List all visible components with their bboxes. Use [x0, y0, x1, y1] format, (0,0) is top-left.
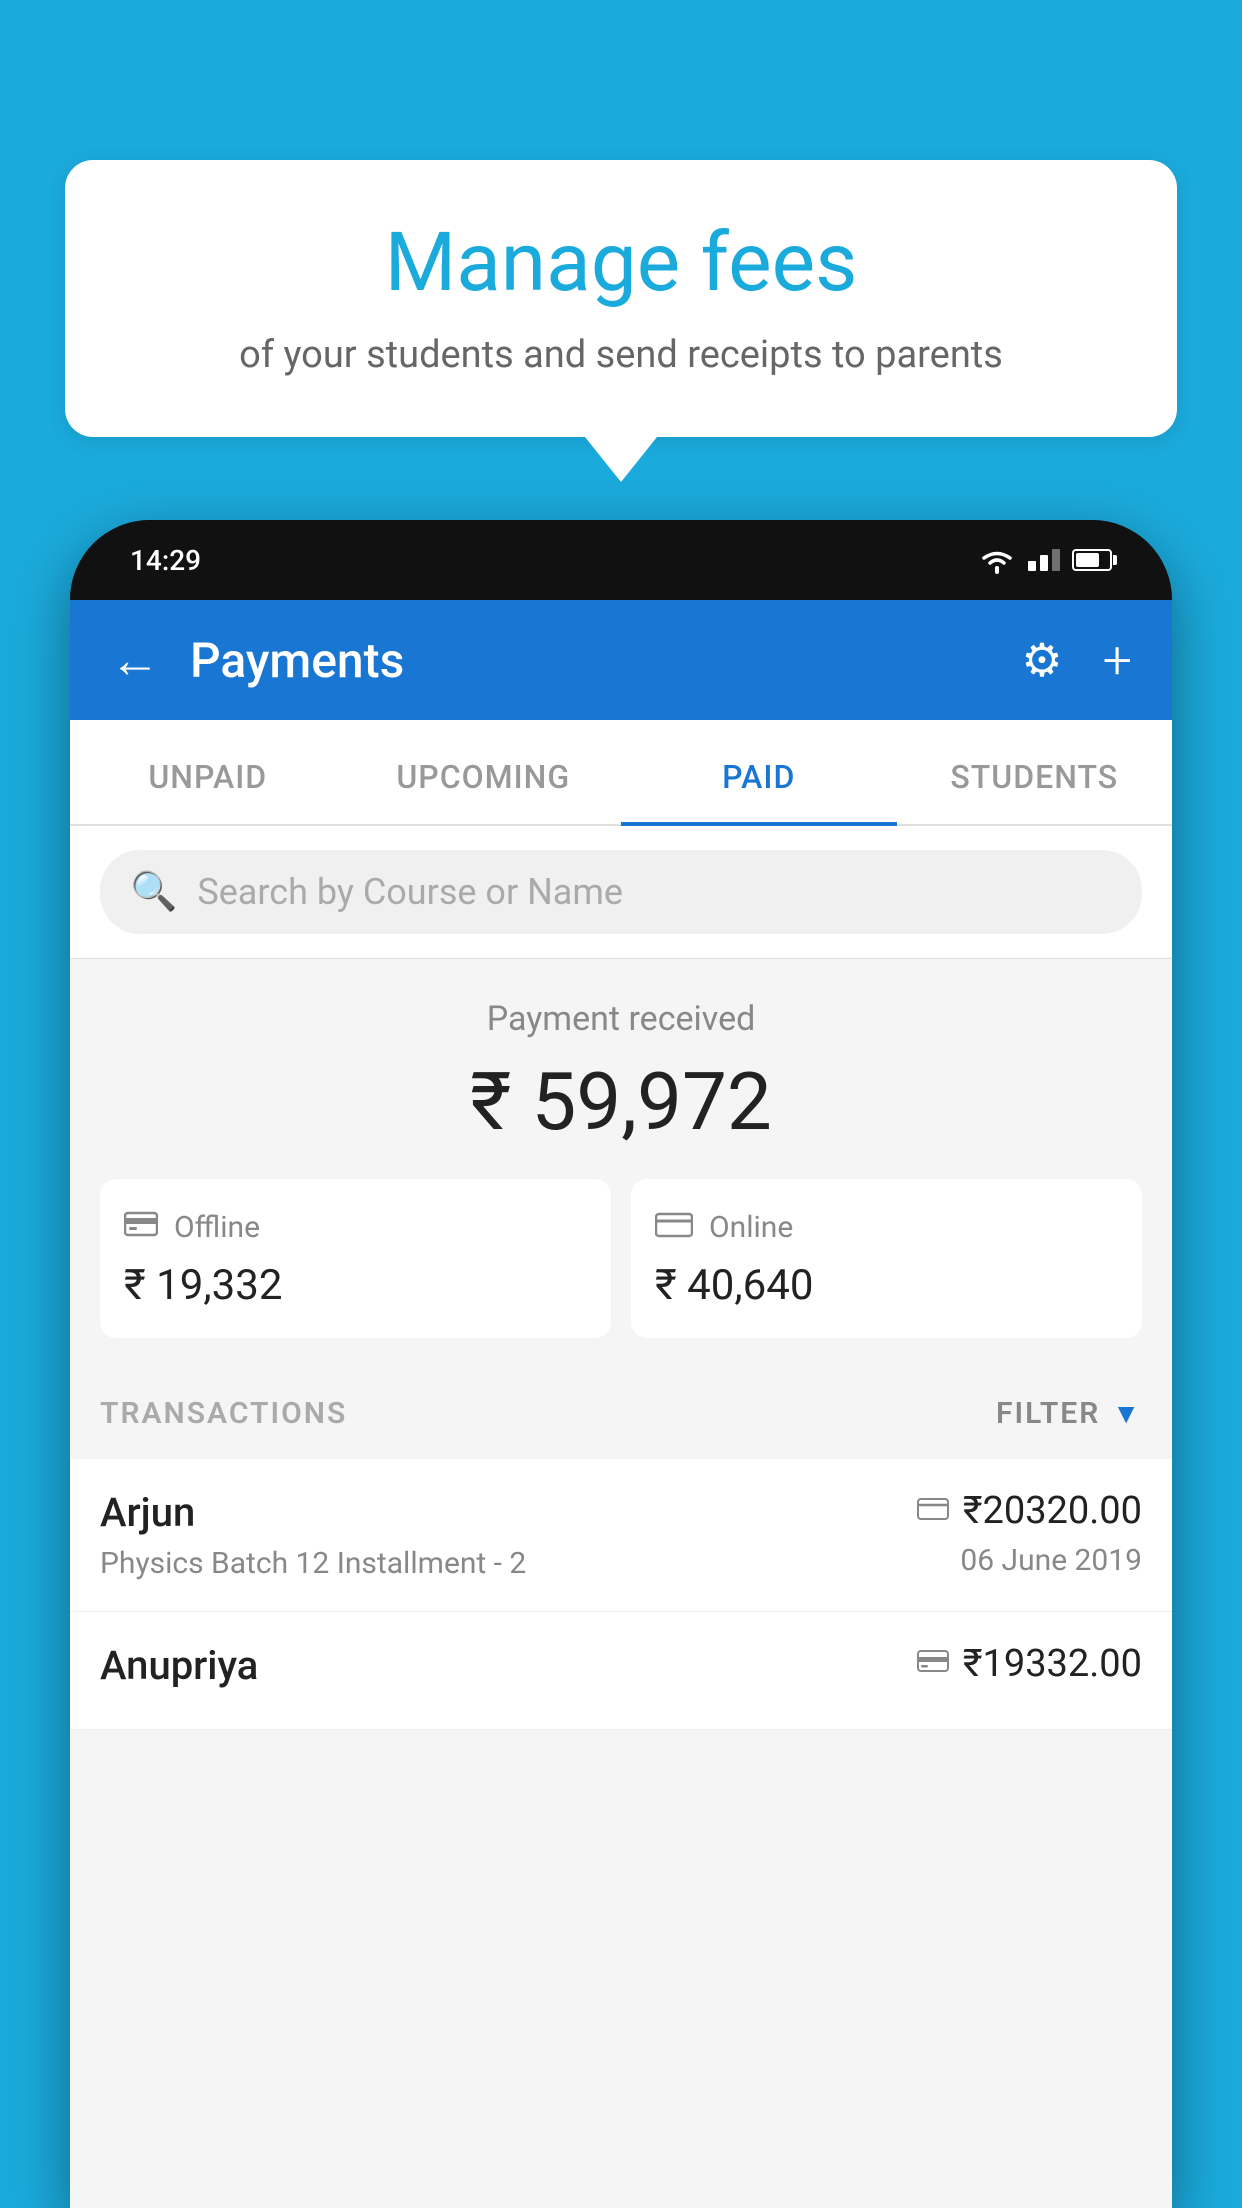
transaction-left: Arjun Physics Batch 12 Installment - 2 — [100, 1489, 526, 1581]
tab-students[interactable]: STUDENTS — [897, 720, 1173, 824]
online-label: Online — [709, 1210, 793, 1245]
course-info: Physics Batch 12 Installment - 2 — [100, 1546, 526, 1581]
signal-bars-icon — [1028, 549, 1060, 571]
tab-paid[interactable]: PAID — [621, 720, 897, 824]
filter-button[interactable]: FILTER ▼ — [996, 1396, 1142, 1431]
search-icon: 🔍 — [130, 870, 177, 914]
app-header: ← Payments ⚙ + — [70, 600, 1172, 720]
bubble-subtitle: of your students and send receipts to pa… — [125, 333, 1117, 377]
transactions-label: TRANSACTIONS — [100, 1396, 347, 1431]
table-row[interactable]: Anupriya ₹19332.00 — [70, 1612, 1172, 1730]
wifi-icon — [978, 546, 1016, 574]
payment-received-label: Payment received — [100, 999, 1142, 1039]
status-bar: 14:29 — [70, 520, 1172, 600]
filter-label: FILTER — [996, 1396, 1100, 1431]
app-content: ← Payments ⚙ + UNPAID UPCOMING PAID STUD… — [70, 600, 1172, 2208]
search-input[interactable]: Search by Course or Name — [197, 871, 623, 913]
payment-cards: Offline ₹ 19,332 Online — [100, 1179, 1142, 1338]
tab-unpaid[interactable]: UNPAID — [70, 720, 346, 824]
offline-icon — [124, 1207, 158, 1247]
header-left: ← Payments — [110, 631, 404, 690]
offline-payment-icon — [917, 1647, 949, 1682]
transaction-right: ₹20320.00 06 June 2019 — [917, 1489, 1142, 1578]
transaction-date: 06 June 2019 — [917, 1543, 1142, 1578]
header-title: Payments — [190, 632, 404, 689]
filter-icon: ▼ — [1112, 1397, 1142, 1430]
student-name: Anupriya — [100, 1642, 258, 1689]
online-amount: ₹ 40,640 — [655, 1261, 1118, 1310]
transactions-header: TRANSACTIONS FILTER ▼ — [70, 1368, 1172, 1459]
transaction-amount: ₹19332.00 — [963, 1642, 1142, 1686]
amount-row: ₹20320.00 — [917, 1489, 1142, 1533]
search-box[interactable]: 🔍 Search by Course or Name — [100, 850, 1142, 934]
offline-card-header: Offline — [124, 1207, 587, 1247]
settings-icon[interactable]: ⚙ — [1021, 633, 1062, 688]
bubble-title: Manage fees — [125, 215, 1117, 311]
transaction-amount: ₹20320.00 — [963, 1489, 1142, 1533]
table-row[interactable]: Arjun Physics Batch 12 Installment - 2 ₹… — [70, 1459, 1172, 1612]
online-payment-icon — [917, 1494, 949, 1529]
status-time: 14:29 — [130, 544, 201, 577]
search-container: 🔍 Search by Course or Name — [70, 826, 1172, 959]
tabs-bar: UNPAID UPCOMING PAID STUDENTS — [70, 720, 1172, 826]
online-icon — [655, 1207, 693, 1247]
back-button[interactable]: ← — [110, 631, 160, 690]
offline-card: Offline ₹ 19,332 — [100, 1179, 611, 1338]
notch — [561, 520, 681, 560]
online-card: Online ₹ 40,640 — [631, 1179, 1142, 1338]
transaction-right: ₹19332.00 — [917, 1642, 1142, 1696]
payment-summary: Payment received ₹ 59,972 Offline — [70, 959, 1172, 1368]
status-icons — [978, 546, 1112, 574]
offline-label: Offline — [174, 1210, 260, 1245]
tab-upcoming[interactable]: UPCOMING — [346, 720, 622, 824]
online-card-header: Online — [655, 1207, 1118, 1247]
add-icon[interactable]: + — [1103, 630, 1132, 691]
offline-amount: ₹ 19,332 — [124, 1261, 587, 1310]
phone-frame: 14:29 ← Payments — [70, 520, 1172, 2208]
payment-total-amount: ₹ 59,972 — [100, 1055, 1142, 1149]
header-right: ⚙ + — [1021, 630, 1132, 691]
battery-icon — [1072, 549, 1112, 571]
amount-row: ₹19332.00 — [917, 1642, 1142, 1686]
speech-bubble: Manage fees of your students and send re… — [65, 160, 1177, 437]
student-name: Arjun — [100, 1489, 526, 1536]
transaction-left: Anupriya — [100, 1642, 258, 1699]
transactions-list: Arjun Physics Batch 12 Installment - 2 ₹… — [70, 1459, 1172, 1730]
